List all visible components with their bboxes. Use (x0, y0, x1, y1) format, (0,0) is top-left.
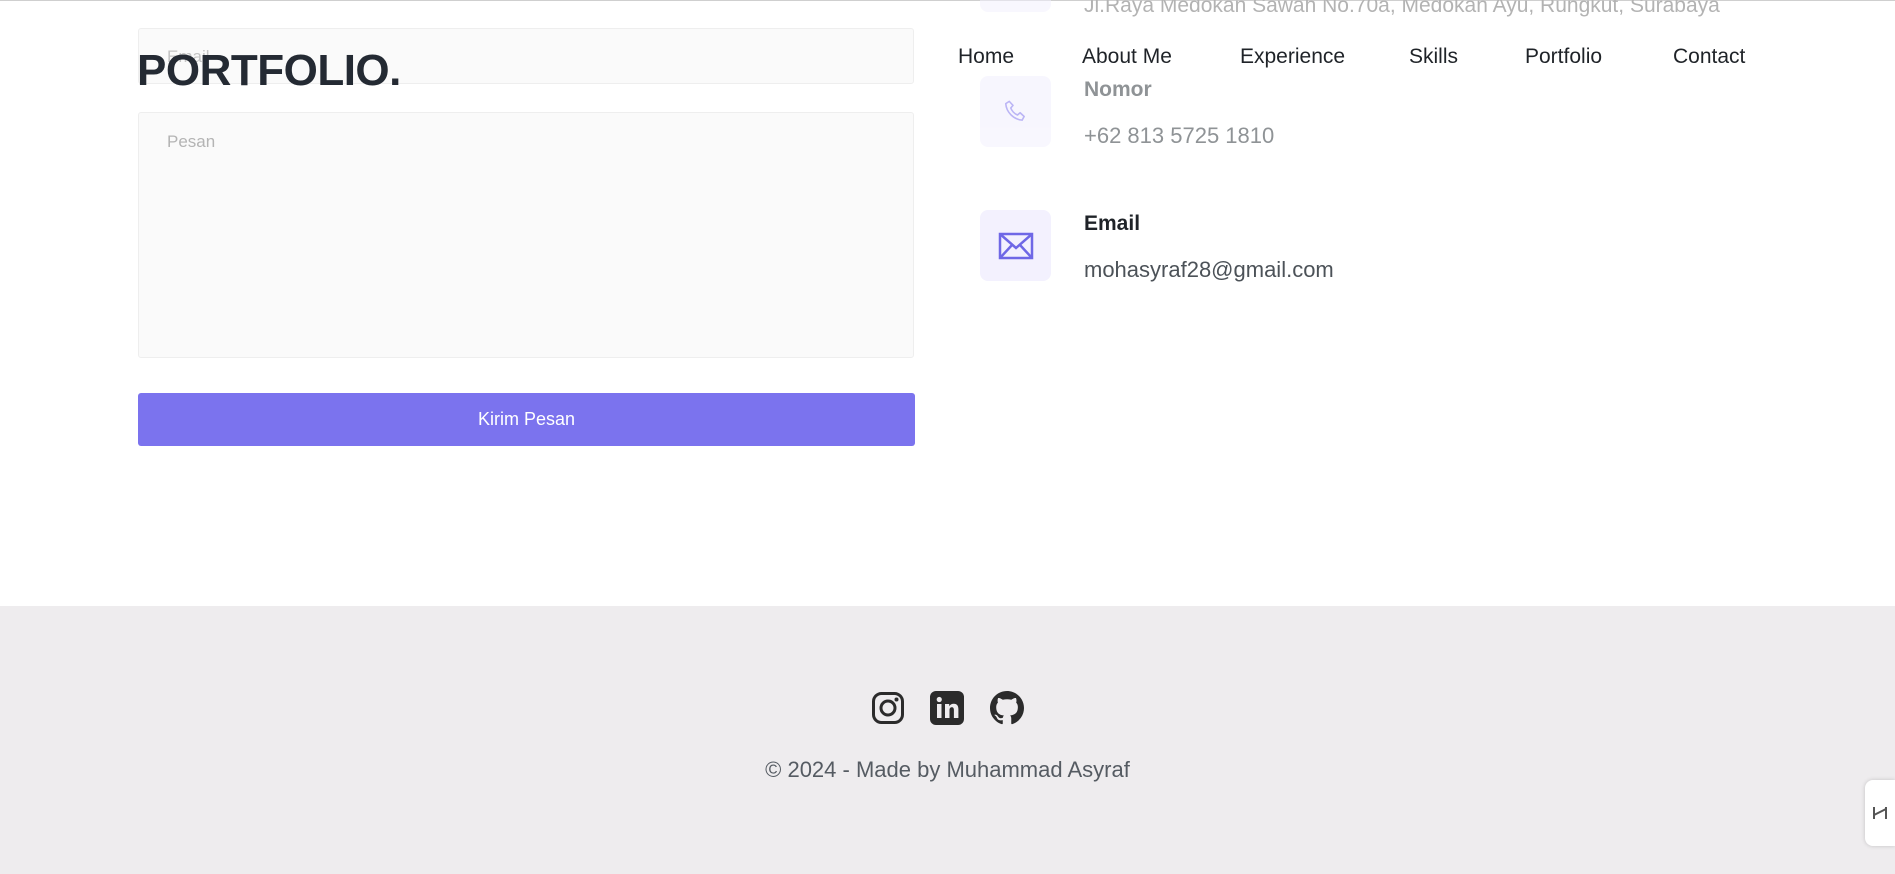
nav-about-me[interactable]: About Me (1082, 45, 1172, 69)
footer (0, 606, 1895, 874)
nav-home[interactable]: Home (958, 45, 1014, 69)
message-placeholder: Pesan (167, 132, 216, 151)
instagram-icon[interactable] (870, 690, 906, 726)
nav-skills[interactable]: Skills (1409, 45, 1458, 69)
nav-portfolio[interactable]: Portfolio (1525, 45, 1602, 69)
email-value: mohasyraf28@gmail.com (1084, 257, 1334, 282)
address-value: Jl.Raya Medokan Sawah No.70a, Medokan Ay… (1084, 0, 1720, 17)
message-textarea[interactable]: Pesan (138, 112, 914, 358)
nav-contact[interactable]: Contact (1673, 45, 1745, 69)
phone-icon-box (980, 76, 1051, 147)
phone-icon (1004, 100, 1025, 121)
copyright-text: © 2024 - Made by Muhammad Asyraf (765, 757, 1130, 782)
address-icon-box (980, 0, 1051, 12)
github-icon[interactable] (989, 690, 1025, 726)
phone-value: +62 813 5725 1810 (1084, 123, 1275, 148)
send-message-button[interactable]: Kirim Pesan (138, 393, 915, 446)
phone-title: Nomor (1084, 78, 1152, 101)
floating-widget-tab[interactable] (1865, 780, 1895, 846)
nav-experience[interactable]: Experience (1240, 45, 1345, 69)
email-title: Email (1084, 212, 1141, 235)
mail-icon (998, 232, 1033, 259)
widget-logo-icon (1873, 807, 1887, 819)
site-logo[interactable]: PORTFOLIO. (137, 46, 401, 96)
email-icon-box (980, 210, 1051, 281)
linkedin-icon[interactable] (929, 690, 965, 726)
